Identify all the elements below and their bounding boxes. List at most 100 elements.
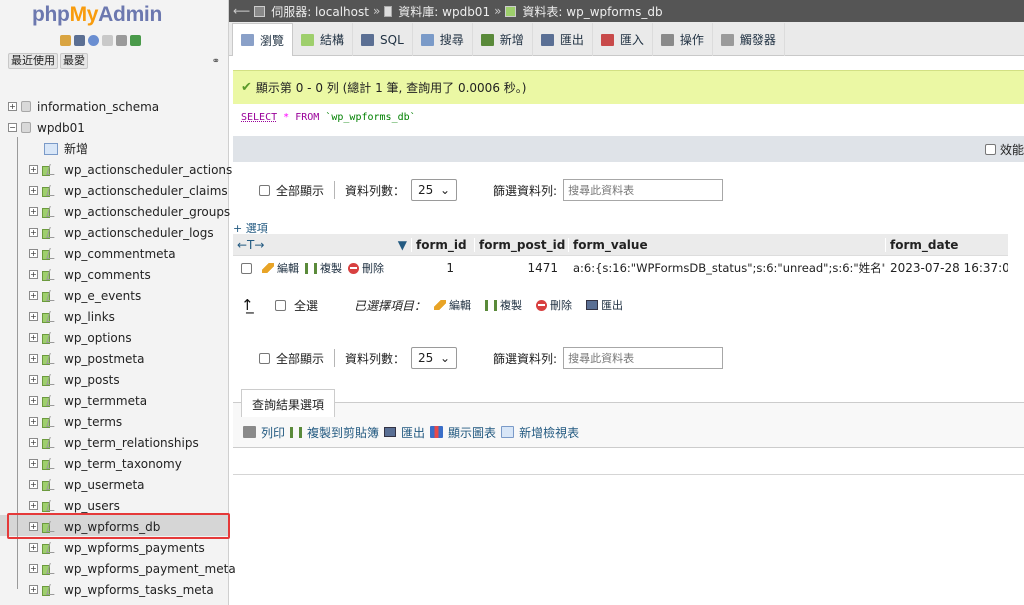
check-all-checkbox[interactable]: [275, 299, 286, 311]
table-label[interactable]: wp_termmeta: [64, 394, 147, 408]
expand-icon[interactable]: +: [29, 354, 38, 363]
bulk-delete-button[interactable]: 刪除: [536, 297, 572, 313]
table-label[interactable]: wp_links: [64, 310, 115, 324]
breadcrumb-table[interactable]: 資料表: wp_wpforms_db: [522, 3, 662, 20]
copy-clipboard-link[interactable]: 複製到剪貼簿: [307, 424, 379, 441]
bulk-copy-button[interactable]: 複製: [485, 297, 522, 313]
rows-select[interactable]: 25 ⌄: [411, 347, 458, 369]
tab-export[interactable]: 匯出: [533, 23, 593, 56]
tree-db-information-schema[interactable]: + information_schema: [0, 96, 229, 117]
expand-icon[interactable]: +: [29, 417, 38, 426]
show-all-checkbox[interactable]: [259, 184, 270, 196]
tree-table-item[interactable]: + wp_actionscheduler_logs: [0, 222, 229, 243]
recent-tab[interactable]: 最近使用: [8, 53, 58, 69]
table-label[interactable]: wp_e_events: [64, 289, 141, 303]
table-label[interactable]: wp_term_relationships: [64, 436, 199, 450]
table-label[interactable]: wp_actionscheduler_groups: [64, 205, 230, 219]
docs-icon[interactable]: [102, 34, 113, 46]
tree-table-item[interactable]: + wp_actionscheduler_groups: [0, 201, 230, 222]
cell-form-post-id[interactable]: 1471: [474, 261, 568, 275]
settings-icon[interactable]: [116, 34, 127, 46]
tree-table-item[interactable]: + wp_links: [0, 306, 229, 327]
expand-icon[interactable]: +: [29, 438, 38, 447]
cell-form-date[interactable]: 2023-07-28 16:37:05: [885, 261, 1008, 275]
check-all-label[interactable]: 全選: [294, 297, 318, 314]
table-label[interactable]: wp_usermeta: [64, 478, 145, 492]
expand-icon[interactable]: +: [29, 186, 38, 195]
tree-table-item[interactable]: + wp_term_taxonomy: [0, 453, 229, 474]
header-form-date[interactable]: form_date: [885, 237, 1008, 252]
tab-structure[interactable]: 結構: [293, 23, 354, 56]
expand-icon[interactable]: +: [29, 291, 38, 300]
expand-icon[interactable]: +: [29, 270, 38, 279]
tree-table-item[interactable]: + wp_wpforms_tasks_meta: [0, 579, 229, 600]
tree-table-item[interactable]: + wp_postmeta: [0, 348, 229, 369]
column-arrows-icon[interactable]: ←T→: [237, 238, 264, 252]
reload-icon[interactable]: [130, 34, 141, 46]
home-icon[interactable]: [60, 34, 71, 46]
expand-icon[interactable]: +: [29, 375, 38, 384]
tree-db-wpdb01[interactable]: − wpdb01: [0, 117, 229, 138]
expand-icon[interactable]: +: [29, 249, 38, 258]
print-link[interactable]: 列印: [261, 424, 285, 441]
help-icon[interactable]: [88, 34, 99, 46]
tree-table-item[interactable]: + wp_terms: [0, 411, 229, 432]
tab-triggers[interactable]: 觸發器: [713, 23, 785, 56]
table-label[interactable]: wp_actionscheduler_logs: [64, 226, 214, 240]
table-label[interactable]: wp_posts: [64, 373, 120, 387]
new-table-label[interactable]: 新增: [64, 140, 88, 157]
table-label[interactable]: wp_terms: [64, 415, 122, 429]
tree-table-item[interactable]: + wp_actionscheduler_claims: [0, 180, 229, 201]
copy-button[interactable]: 複製: [305, 260, 342, 276]
breadcrumb-database[interactable]: 資料庫: wpdb01: [398, 3, 490, 20]
table-label[interactable]: wp_actionscheduler_claims: [64, 184, 228, 198]
header-form-post-id[interactable]: form_post_id: [474, 237, 568, 252]
tree-new-table[interactable]: 新增: [0, 138, 229, 159]
bulk-edit-button[interactable]: 編輯: [434, 297, 471, 313]
chain-link-icon[interactable]: ⚭: [212, 56, 220, 67]
tab-browse[interactable]: 瀏覽: [232, 23, 294, 56]
tree-table-item[interactable]: + wp_term_relationships: [0, 432, 229, 453]
expand-icon[interactable]: +: [29, 564, 38, 573]
table-label[interactable]: wp_term_taxonomy: [64, 457, 182, 471]
sql-keyword-select[interactable]: SELECT: [241, 112, 277, 123]
expand-icon[interactable]: +: [29, 585, 38, 594]
tree-table-item[interactable]: + wp_usermeta: [0, 474, 229, 495]
expand-icon[interactable]: +: [29, 165, 38, 174]
filter-input[interactable]: 搜尋此資料表: [563, 347, 724, 369]
expand-icon[interactable]: +: [29, 543, 38, 552]
db-label[interactable]: information_schema: [37, 100, 159, 114]
expand-icon[interactable]: +: [8, 102, 17, 111]
export-link[interactable]: 匯出: [401, 424, 425, 441]
logout-icon[interactable]: [74, 34, 85, 46]
tree-table-item[interactable]: + wp_posts: [0, 369, 229, 390]
bulk-export-button[interactable]: 匯出: [586, 297, 623, 313]
table-label[interactable]: wp_comments: [64, 268, 151, 282]
cell-form-id[interactable]: 1: [411, 261, 474, 275]
table-label[interactable]: wp_actionscheduler_actions: [64, 163, 232, 177]
db-label[interactable]: wpdb01: [37, 121, 85, 135]
show-all-checkbox[interactable]: [259, 352, 270, 364]
expand-icon[interactable]: +: [29, 459, 38, 468]
table-label[interactable]: wp_commentmeta: [64, 247, 176, 261]
create-view-link[interactable]: 新增檢視表: [519, 424, 579, 441]
tree-table-item[interactable]: + wp_wpforms_payments: [0, 537, 229, 558]
tree-table-item[interactable]: + wp_options: [0, 327, 229, 348]
tree-table-item[interactable]: + wp_termmeta: [0, 390, 229, 411]
tab-search[interactable]: 搜尋: [413, 23, 473, 56]
display-chart-link[interactable]: 顯示圖表: [448, 424, 496, 441]
expand-icon[interactable]: +: [29, 480, 38, 489]
cell-form-value[interactable]: a:6:{s:16:"WPFormsDB_status";s:6:"unread…: [568, 260, 885, 276]
breadcrumb-server[interactable]: 伺服器: localhost: [271, 3, 369, 20]
tree-table-item[interactable]: + wp_e_events: [0, 285, 229, 306]
expand-icon[interactable]: +: [29, 312, 38, 321]
table-label[interactable]: wp_wpforms_payments: [64, 541, 205, 555]
expand-icon[interactable]: +: [29, 228, 38, 237]
tab-import[interactable]: 匯入: [593, 23, 653, 56]
tab-sql[interactable]: SQL: [353, 23, 413, 56]
table-label[interactable]: wp_wpforms_tasks_meta: [64, 583, 214, 597]
expand-icon[interactable]: +: [29, 501, 38, 510]
delete-button[interactable]: 刪除: [348, 260, 384, 276]
tree-table-item[interactable]: + wp_actionscheduler_actions: [0, 159, 232, 180]
header-form-id[interactable]: form_id: [411, 237, 474, 252]
